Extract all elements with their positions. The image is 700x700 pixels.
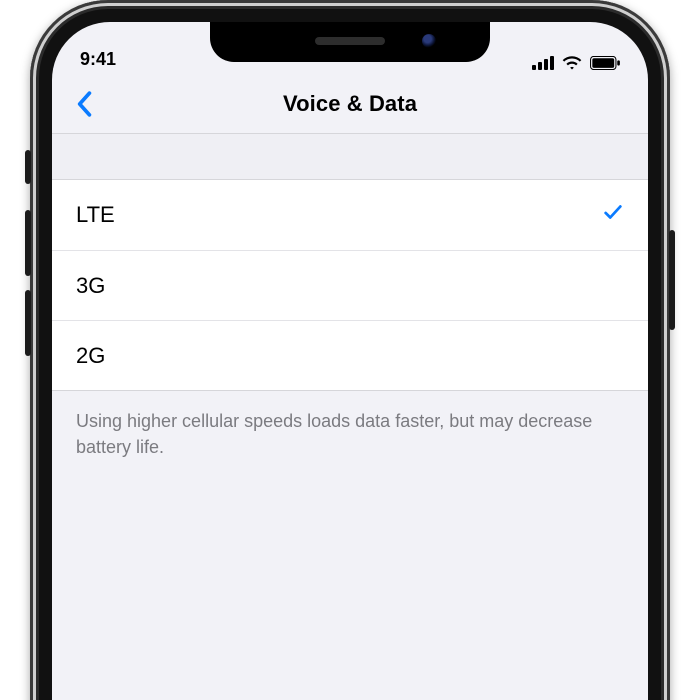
cellular-signal-icon [532, 56, 554, 70]
option-3g[interactable]: 3G [52, 250, 648, 320]
voice-data-options: LTE 3G 2G [52, 180, 648, 391]
option-label: 3G [76, 273, 105, 299]
option-label: LTE [76, 202, 115, 228]
chevron-left-icon [76, 91, 92, 117]
footer-note: Using higher cellular speeds loads data … [52, 394, 648, 474]
back-button[interactable] [66, 86, 102, 122]
option-label: 2G [76, 343, 105, 369]
nav-bar: Voice & Data [52, 74, 648, 134]
battery-full-icon [590, 56, 620, 70]
volume-down-key [25, 290, 31, 356]
status-time: 9:41 [80, 49, 116, 70]
volume-up-key [25, 210, 31, 276]
list-header-spacer [52, 134, 648, 180]
mute-switch [25, 150, 31, 184]
status-bar: 9:41 [52, 22, 648, 74]
page-title: Voice & Data [283, 91, 417, 117]
option-2g[interactable]: 2G [52, 320, 648, 390]
side-button [669, 230, 675, 330]
wifi-icon [562, 56, 582, 70]
screen: 9:41 [52, 22, 648, 700]
option-lte[interactable]: LTE [52, 180, 648, 250]
checkmark-icon [602, 201, 624, 229]
device-frame: 9:41 [30, 0, 670, 700]
